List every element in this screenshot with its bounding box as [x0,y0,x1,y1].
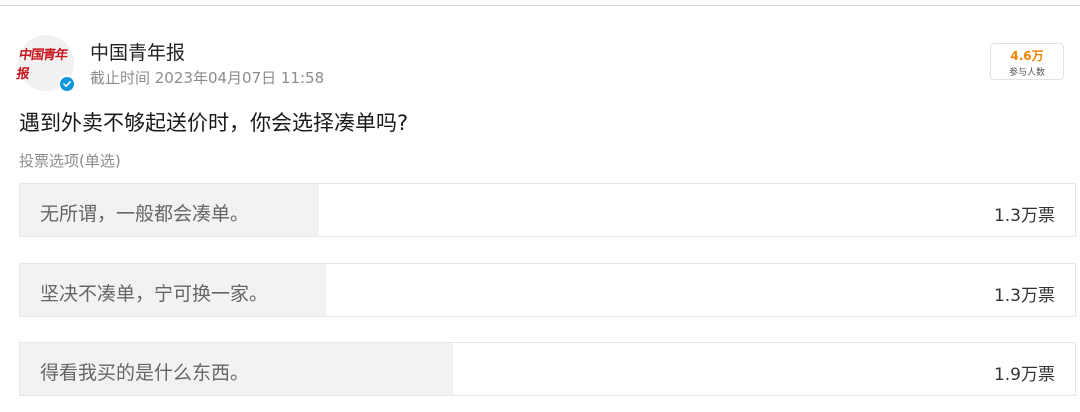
participants-badge: 4.6万 参与人数 [990,43,1064,80]
option-votes: 1.3万票 [993,286,1055,306]
option-votes: 1.3万票 [993,206,1055,226]
option-text: 得看我买的是什么东西。 [40,362,250,384]
option-votes: 1.9万票 [993,365,1055,385]
verified-icon [58,75,76,93]
vote-deadline: 截止时间 2023年04月07日 11:58 [90,69,325,87]
poll-option[interactable]: 无所谓，一般都会凑单。 1.3万票 [19,183,1076,237]
poll-option[interactable]: 得看我买的是什么东西。 1.9万票 [19,342,1076,396]
poll-option[interactable]: 坚决不凑单，宁可换一家。 1.3万票 [19,263,1076,317]
author-name[interactable]: 中国青年报 [90,38,185,65]
vote-type-label: 投票选项(单选) [19,152,121,170]
poll-question: 遇到外卖不够起送价时，你会选择凑单吗? [19,111,409,135]
top-divider [0,0,1080,6]
participants-count: 4.6万 [1010,49,1044,63]
participants-label: 参与人数 [1008,68,1045,78]
option-text: 无所谓，一般都会凑单。 [40,203,250,225]
option-text: 坚决不凑单，宁可换一家。 [40,283,269,305]
